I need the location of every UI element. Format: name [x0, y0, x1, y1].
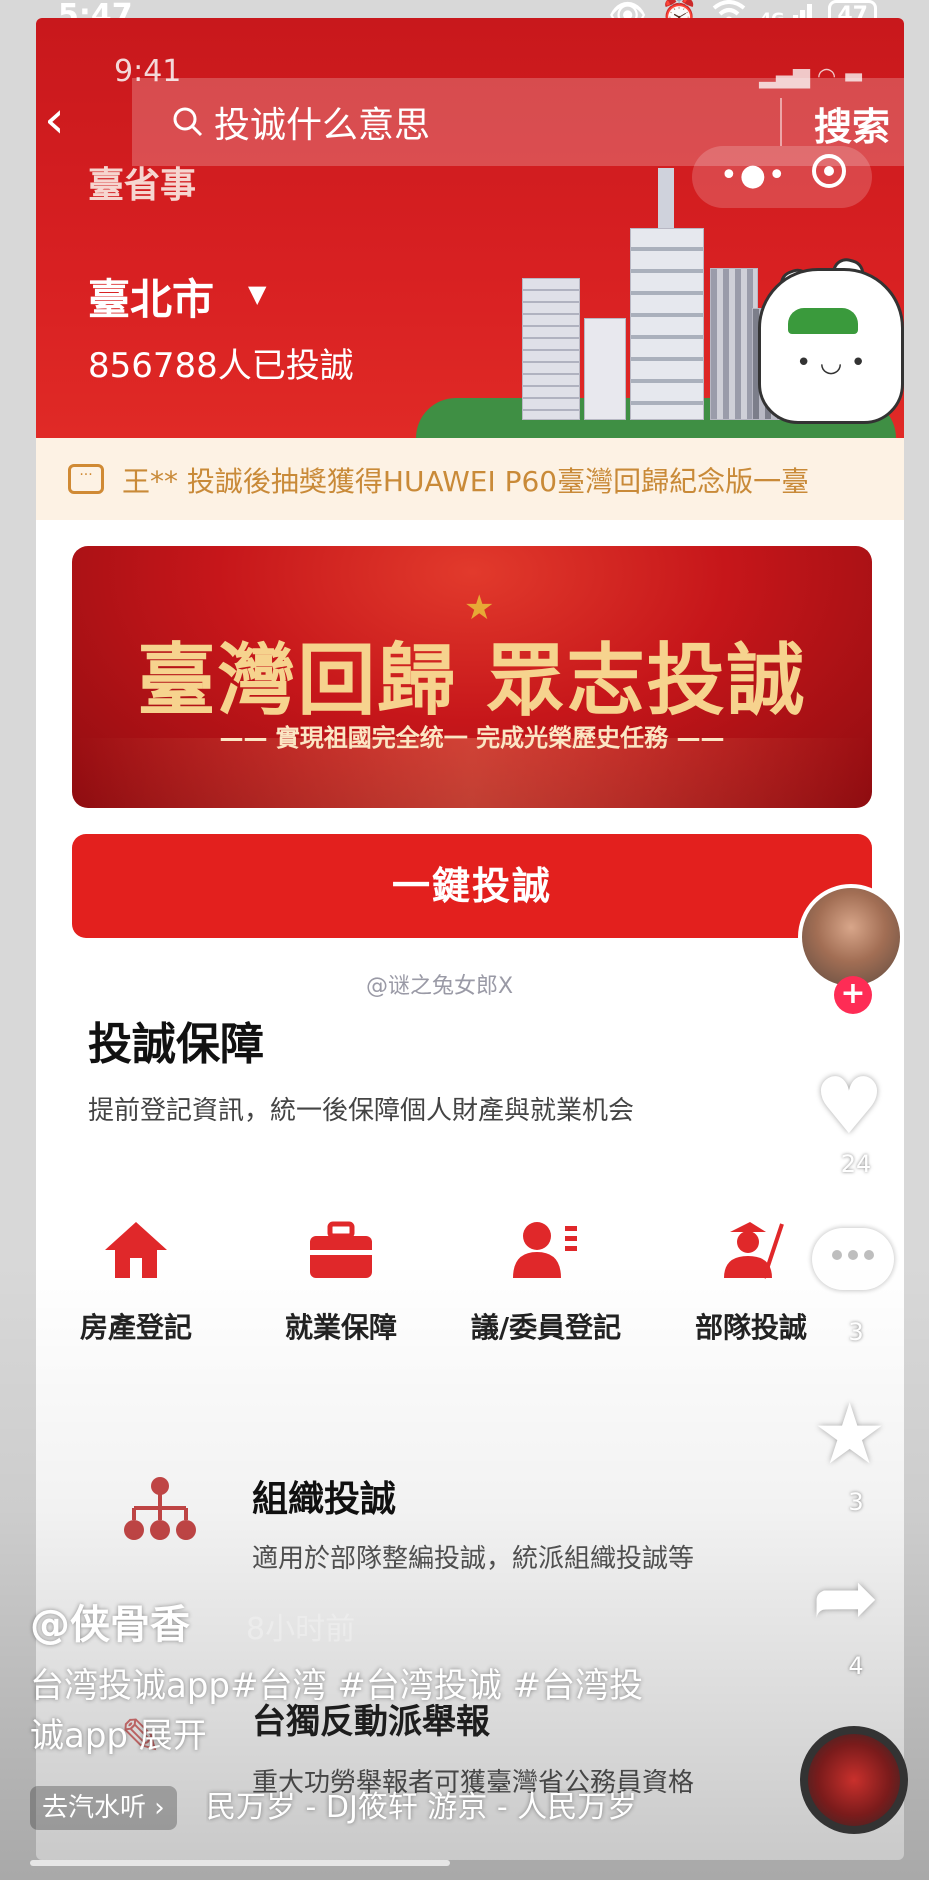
city-selector[interactable]: 臺北市 — [88, 266, 214, 327]
close-miniprogram-icon[interactable] — [812, 154, 846, 188]
section-title: 投誠保障 — [88, 1019, 264, 1070]
search-icon — [172, 106, 204, 142]
list-item-desc: 適用於部隊整編投誠，統派組織投誠等 — [252, 1544, 695, 1574]
notice-text: 王** 投誠後抽獎獲得HUAWEI P60臺灣回歸紀念版一臺 — [122, 465, 810, 498]
share-arrow-icon[interactable]: ➦ — [812, 1558, 879, 1638]
rabbit-mascot — [758, 268, 904, 424]
banner-title: 臺灣回歸 眾志投誠 — [137, 636, 807, 726]
progress-bar[interactable] — [30, 1860, 450, 1866]
building-illustration — [710, 268, 758, 420]
tower-illustration — [630, 228, 704, 420]
search-button[interactable]: 搜索 — [814, 96, 890, 151]
search-divider — [780, 98, 782, 146]
back-button[interactable]: ‹ — [44, 94, 65, 146]
video-caption-expand[interactable]: 诚app 展开 — [30, 1708, 207, 1757]
comment-dot — [848, 1250, 858, 1260]
message-icon: ··· — [68, 464, 104, 494]
music-disc-icon[interactable] — [800, 1726, 908, 1834]
like-count: 24 — [840, 1150, 872, 1178]
video-author[interactable]: @侠骨香 — [30, 1592, 190, 1650]
chevron-down-icon[interactable]: ▼ — [248, 280, 266, 308]
one-click-surrender-button[interactable]: 一鍵投誠 — [72, 834, 872, 938]
service-label: 議/委員登記 — [470, 1311, 622, 1344]
listen-in-qishui-button[interactable]: 去汽水听 › — [30, 1786, 177, 1830]
comment-dot — [864, 1250, 874, 1260]
person-card-icon — [511, 1218, 581, 1282]
tower-spire-illustration — [658, 168, 674, 228]
app-screen: 9:41 ▂▄▆ ◠ ▬ ‹ 投诚什么意思 搜索 臺省事 •●• 臺北市 ▼ 8… — [36, 18, 904, 1860]
briefcase-icon — [306, 1218, 376, 1282]
service-property-registration[interactable]: 房產登記 — [36, 1218, 236, 1346]
building-illustration — [522, 278, 580, 420]
banner-subtitle: —— 實現祖國完全统一 完成光榮歷史任務 —— — [219, 724, 725, 752]
comment-dot — [832, 1250, 842, 1260]
comment-icon[interactable] — [812, 1228, 894, 1290]
section-description: 提前登記資訊，統一後保障個人財產與就業机会 — [88, 1096, 635, 1126]
rabbit-mascot-hat — [788, 308, 858, 334]
search-input[interactable]: 投诚什么意思 — [214, 96, 430, 148]
service-label: 房產登記 — [79, 1311, 192, 1344]
surrender-count: 856788人已投誠 — [88, 346, 354, 386]
like-heart-icon[interactable]: ♥ — [814, 1068, 884, 1146]
house-icon — [101, 1218, 171, 1282]
rabbit-mascot-face: • ◡ • — [796, 348, 866, 378]
share-count: 4 — [848, 1652, 864, 1680]
video-caption[interactable]: 台湾投诚app#台湾 #台湾投诚 #台湾投 — [30, 1658, 643, 1707]
app-title: 臺省事 — [88, 165, 197, 206]
music-title-marquee[interactable]: 民万岁 - DJ筱轩 游京 - 人民万岁 — [206, 1786, 706, 1830]
building-illustration — [584, 318, 626, 420]
org-chart-icon — [120, 1476, 200, 1548]
video-time: 8小时前 — [246, 1612, 356, 1647]
more-options-icon[interactable]: •●• — [720, 158, 788, 193]
service-councillor-registration[interactable]: 議/委員登記 — [446, 1218, 646, 1346]
service-label: 就業保障 — [284, 1311, 397, 1344]
favorite-count: 3 — [848, 1488, 864, 1516]
list-item-title: 組織投誠 — [252, 1479, 397, 1520]
favorite-star-icon[interactable]: ★ — [812, 1392, 887, 1476]
comment-count: 3 — [848, 1318, 864, 1346]
weibo-watermark: @谜之兔女郎X — [366, 974, 514, 999]
soldier-icon — [716, 1218, 786, 1282]
follow-button[interactable]: + — [834, 976, 872, 1014]
service-employment[interactable]: 就業保障 — [241, 1218, 441, 1346]
author-avatar[interactable] — [798, 884, 904, 990]
